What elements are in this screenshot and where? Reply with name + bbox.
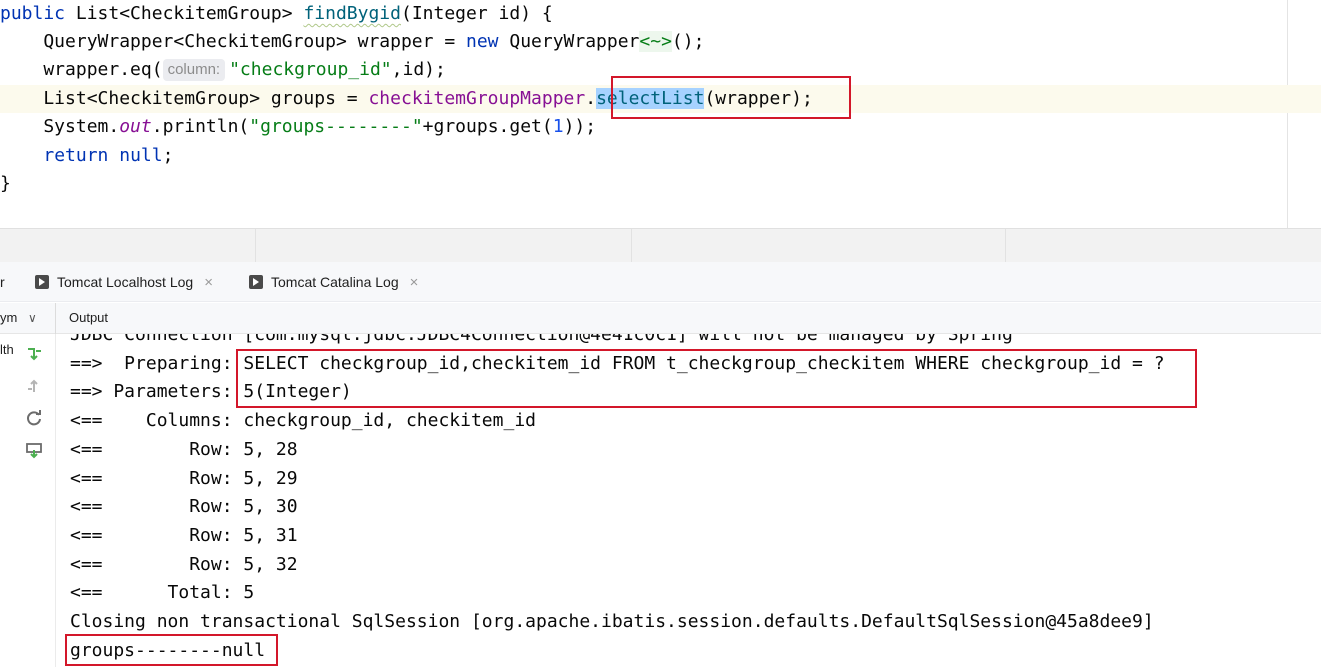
- splitter-divider: [631, 229, 632, 263]
- code-line-5[interactable]: System.out.println("groups--------"+grou…: [0, 113, 1321, 141]
- token-string: "groups--------": [249, 116, 423, 137]
- side-panel-label[interactable]: lth: [0, 342, 14, 357]
- tab-tomcat-localhost-log[interactable]: Tomcat Localhost Log ×: [35, 262, 213, 302]
- token-start: wrapper.eq(: [0, 59, 163, 80]
- header-divider: [55, 303, 56, 334]
- output-header: ym ∨ Output: [0, 303, 1321, 334]
- splitter-divider: [255, 229, 256, 263]
- token-keyword: public: [0, 3, 66, 24]
- refresh-icon[interactable]: [24, 408, 44, 428]
- output-title: Output: [69, 310, 109, 325]
- token-end: ();: [671, 31, 705, 52]
- console-line-closing: Closing non transactional SqlSession [or…: [70, 611, 1154, 632]
- console-icon: [249, 275, 263, 289]
- token-mid2: +groups.get(: [422, 116, 553, 137]
- token-params: (Integer id) {: [401, 3, 553, 24]
- token-static-field: out: [119, 116, 152, 137]
- token-end: (wrapper);: [704, 88, 813, 109]
- token-method-name: findBygid: [303, 3, 401, 24]
- code-line-6[interactable]: return null;: [0, 142, 1321, 170]
- code-line-7[interactable]: }: [0, 170, 1321, 198]
- token-mid: .println(: [151, 116, 250, 137]
- console-line-parameters: ==> Parameters: 5(Integer): [70, 381, 352, 402]
- console-toolbar: lth: [0, 334, 56, 667]
- side-panel-label[interactable]: ym: [0, 310, 17, 325]
- token-decl: QueryWrapper<CheckitemGroup> wrapper =: [0, 31, 466, 52]
- token-diamond-folded[interactable]: <~>: [639, 31, 672, 52]
- token-dot: .: [585, 88, 597, 109]
- tool-window-tabs: r Tomcat Localhost Log × Tomcat Catalina…: [0, 262, 1321, 302]
- token-keyword-null: null: [119, 145, 163, 166]
- console-icon: [35, 275, 49, 289]
- token-number: 1: [552, 116, 564, 137]
- code-line-4[interactable]: List<CheckitemGroup> groups = checkitemG…: [0, 85, 1321, 113]
- splitter-divider: [1005, 229, 1006, 263]
- panel-splitter[interactable]: [0, 228, 1321, 263]
- tab-label: Tomcat Catalina Log: [271, 274, 399, 290]
- console-line-row: <== Row: 5, 30: [70, 496, 298, 517]
- token-end: ));: [563, 116, 597, 137]
- token-type: List<CheckitemGroup>: [65, 3, 304, 24]
- console-line-row: <== Row: 5, 32: [70, 554, 298, 575]
- chevron-down-icon[interactable]: ∨: [28, 311, 37, 325]
- token-start: List<CheckitemGroup> groups =: [0, 88, 369, 109]
- arrow-down-icon[interactable]: [24, 344, 44, 364]
- tab-label: Tomcat Localhost Log: [57, 274, 194, 290]
- code-line-3[interactable]: wrapper.eq(column: "checkgroup_id",id);: [0, 56, 1321, 84]
- console-line-row: <== Row: 5, 28: [70, 439, 298, 460]
- code-editor[interactable]: public List<CheckitemGroup> findBygid(In…: [0, 0, 1321, 228]
- token-ctor: QueryWrapper: [498, 31, 640, 52]
- console-line-jdbc: JDBC Connection [com.mysql.jdbc.JDBC4Con…: [70, 334, 1013, 345]
- token-field: checkitemGroupMapper: [368, 88, 586, 109]
- token-keyword-return: return: [43, 145, 109, 166]
- token-closing-brace: }: [0, 173, 11, 194]
- token-end: ,id);: [391, 59, 446, 80]
- token-end: ;: [162, 145, 174, 166]
- tab-cutoff-label[interactable]: r: [0, 274, 5, 290]
- close-icon[interactable]: ×: [410, 274, 419, 291]
- console-line-groups-null: groups--------null: [70, 640, 266, 661]
- token-keyword: new: [466, 31, 499, 52]
- scroll-to-end-icon[interactable]: [24, 440, 44, 460]
- console-line-preparing: ==> Preparing: SELECT checkgroup_id,chec…: [70, 353, 1165, 374]
- token-selected-method[interactable]: selectList: [596, 88, 705, 109]
- console-output[interactable]: JDBC Connection [com.mysql.jdbc.JDBC4Con…: [56, 334, 1321, 667]
- console-line-total: <== Total: 5: [70, 582, 255, 603]
- console-line-row: <== Row: 5, 31: [70, 525, 298, 546]
- tab-tomcat-catalina-log[interactable]: Tomcat Catalina Log ×: [249, 262, 418, 302]
- code-line-2[interactable]: QueryWrapper<CheckitemGroup> wrapper = n…: [0, 28, 1321, 56]
- parameter-hint: column:: [162, 59, 226, 81]
- console-line-columns: <== Columns: checkgroup_id, checkitem_id: [70, 410, 536, 431]
- console-line-row: <== Row: 5, 29: [70, 468, 298, 489]
- code-line-1[interactable]: public List<CheckitemGroup> findBygid(In…: [0, 0, 1321, 28]
- close-icon[interactable]: ×: [204, 274, 213, 291]
- arrow-up-icon[interactable]: [24, 376, 44, 396]
- token-start: System.: [0, 116, 120, 137]
- token-string: "checkgroup_id": [229, 59, 392, 80]
